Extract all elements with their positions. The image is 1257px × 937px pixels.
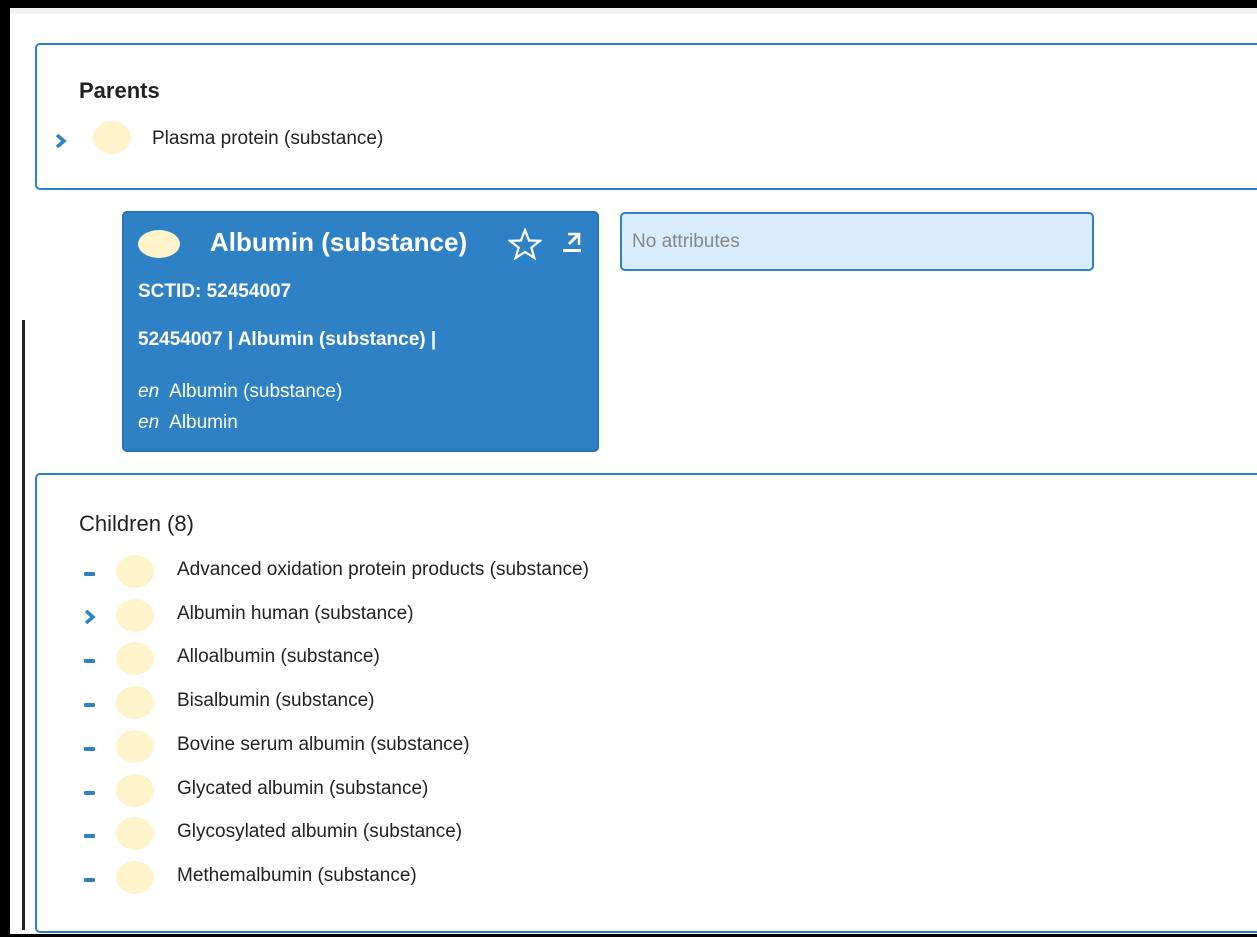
dash-icon [84,703,95,708]
concept-bubble-icon [138,230,180,258]
fsn-text[interactable]: 52454007 | Albumin (substance) | [138,329,436,351]
child-item-label[interactable]: Albumin human (substance) [177,603,414,625]
parent-item-label[interactable]: Plasma protein (substance) [152,128,383,150]
concept-bubble-icon [116,598,154,632]
concept-bubble-icon [116,555,154,588]
left-edge-line [22,320,25,930]
description-row: en Albumin [138,412,238,434]
dash-icon [84,746,95,751]
parents-panel: Parents Plasma protein (substance) [35,43,1257,190]
concept-bubble-icon [116,817,154,851]
description-term: Albumin (substance) [169,381,343,402]
language-tag: en [138,412,160,433]
child-item-label[interactable]: Bovine serum albumin (substance) [177,734,470,756]
concept-bubble-icon [116,729,154,763]
description-row: en Albumin (substance) [138,381,342,403]
description-term: Albumin [169,412,238,433]
concept-bubble-icon [116,686,154,720]
dash-icon [84,659,95,664]
child-item-label[interactable]: Alloalbumin (substance) [177,646,380,668]
concept-bubble-icon [116,773,154,807]
attributes-box: No attributes [620,212,1094,271]
star-icon[interactable] [506,226,544,265]
dash-icon [84,790,95,795]
child-item-label[interactable]: Bisalbumin (substance) [177,690,374,712]
chevron-right-icon[interactable] [84,609,96,624]
attributes-text: No attributes [632,231,740,252]
children-panel: Children (8) Advanced oxidation protein … [35,473,1257,933]
child-item-label[interactable]: Methemalbumin (substance) [177,865,417,887]
export-icon[interactable] [560,230,584,259]
top-strip [10,8,1257,14]
children-title: Children (8) [79,511,194,536]
parents-title: Parents [79,78,160,103]
sctid-text: SCTID: 52454007 [138,281,292,302]
language-tag: en [138,381,160,402]
concept-bubble-icon [116,860,154,894]
child-item-label[interactable]: Advanced oxidation protein products (sub… [177,559,589,581]
dash-icon [84,572,95,576]
concept-card: Albumin (substance) SCTID: 52454007 5245… [122,211,599,452]
child-item-label[interactable]: Glycosylated albumin (substance) [177,821,462,843]
concept-bubble-icon [116,642,154,676]
concept-title: Albumin (substance) [210,227,468,257]
child-item-label[interactable]: Glycated albumin (substance) [177,778,428,800]
dash-icon [84,834,95,839]
concept-bubble-icon [93,121,131,154]
chevron-right-icon[interactable] [55,134,67,148]
dash-icon [84,877,95,882]
